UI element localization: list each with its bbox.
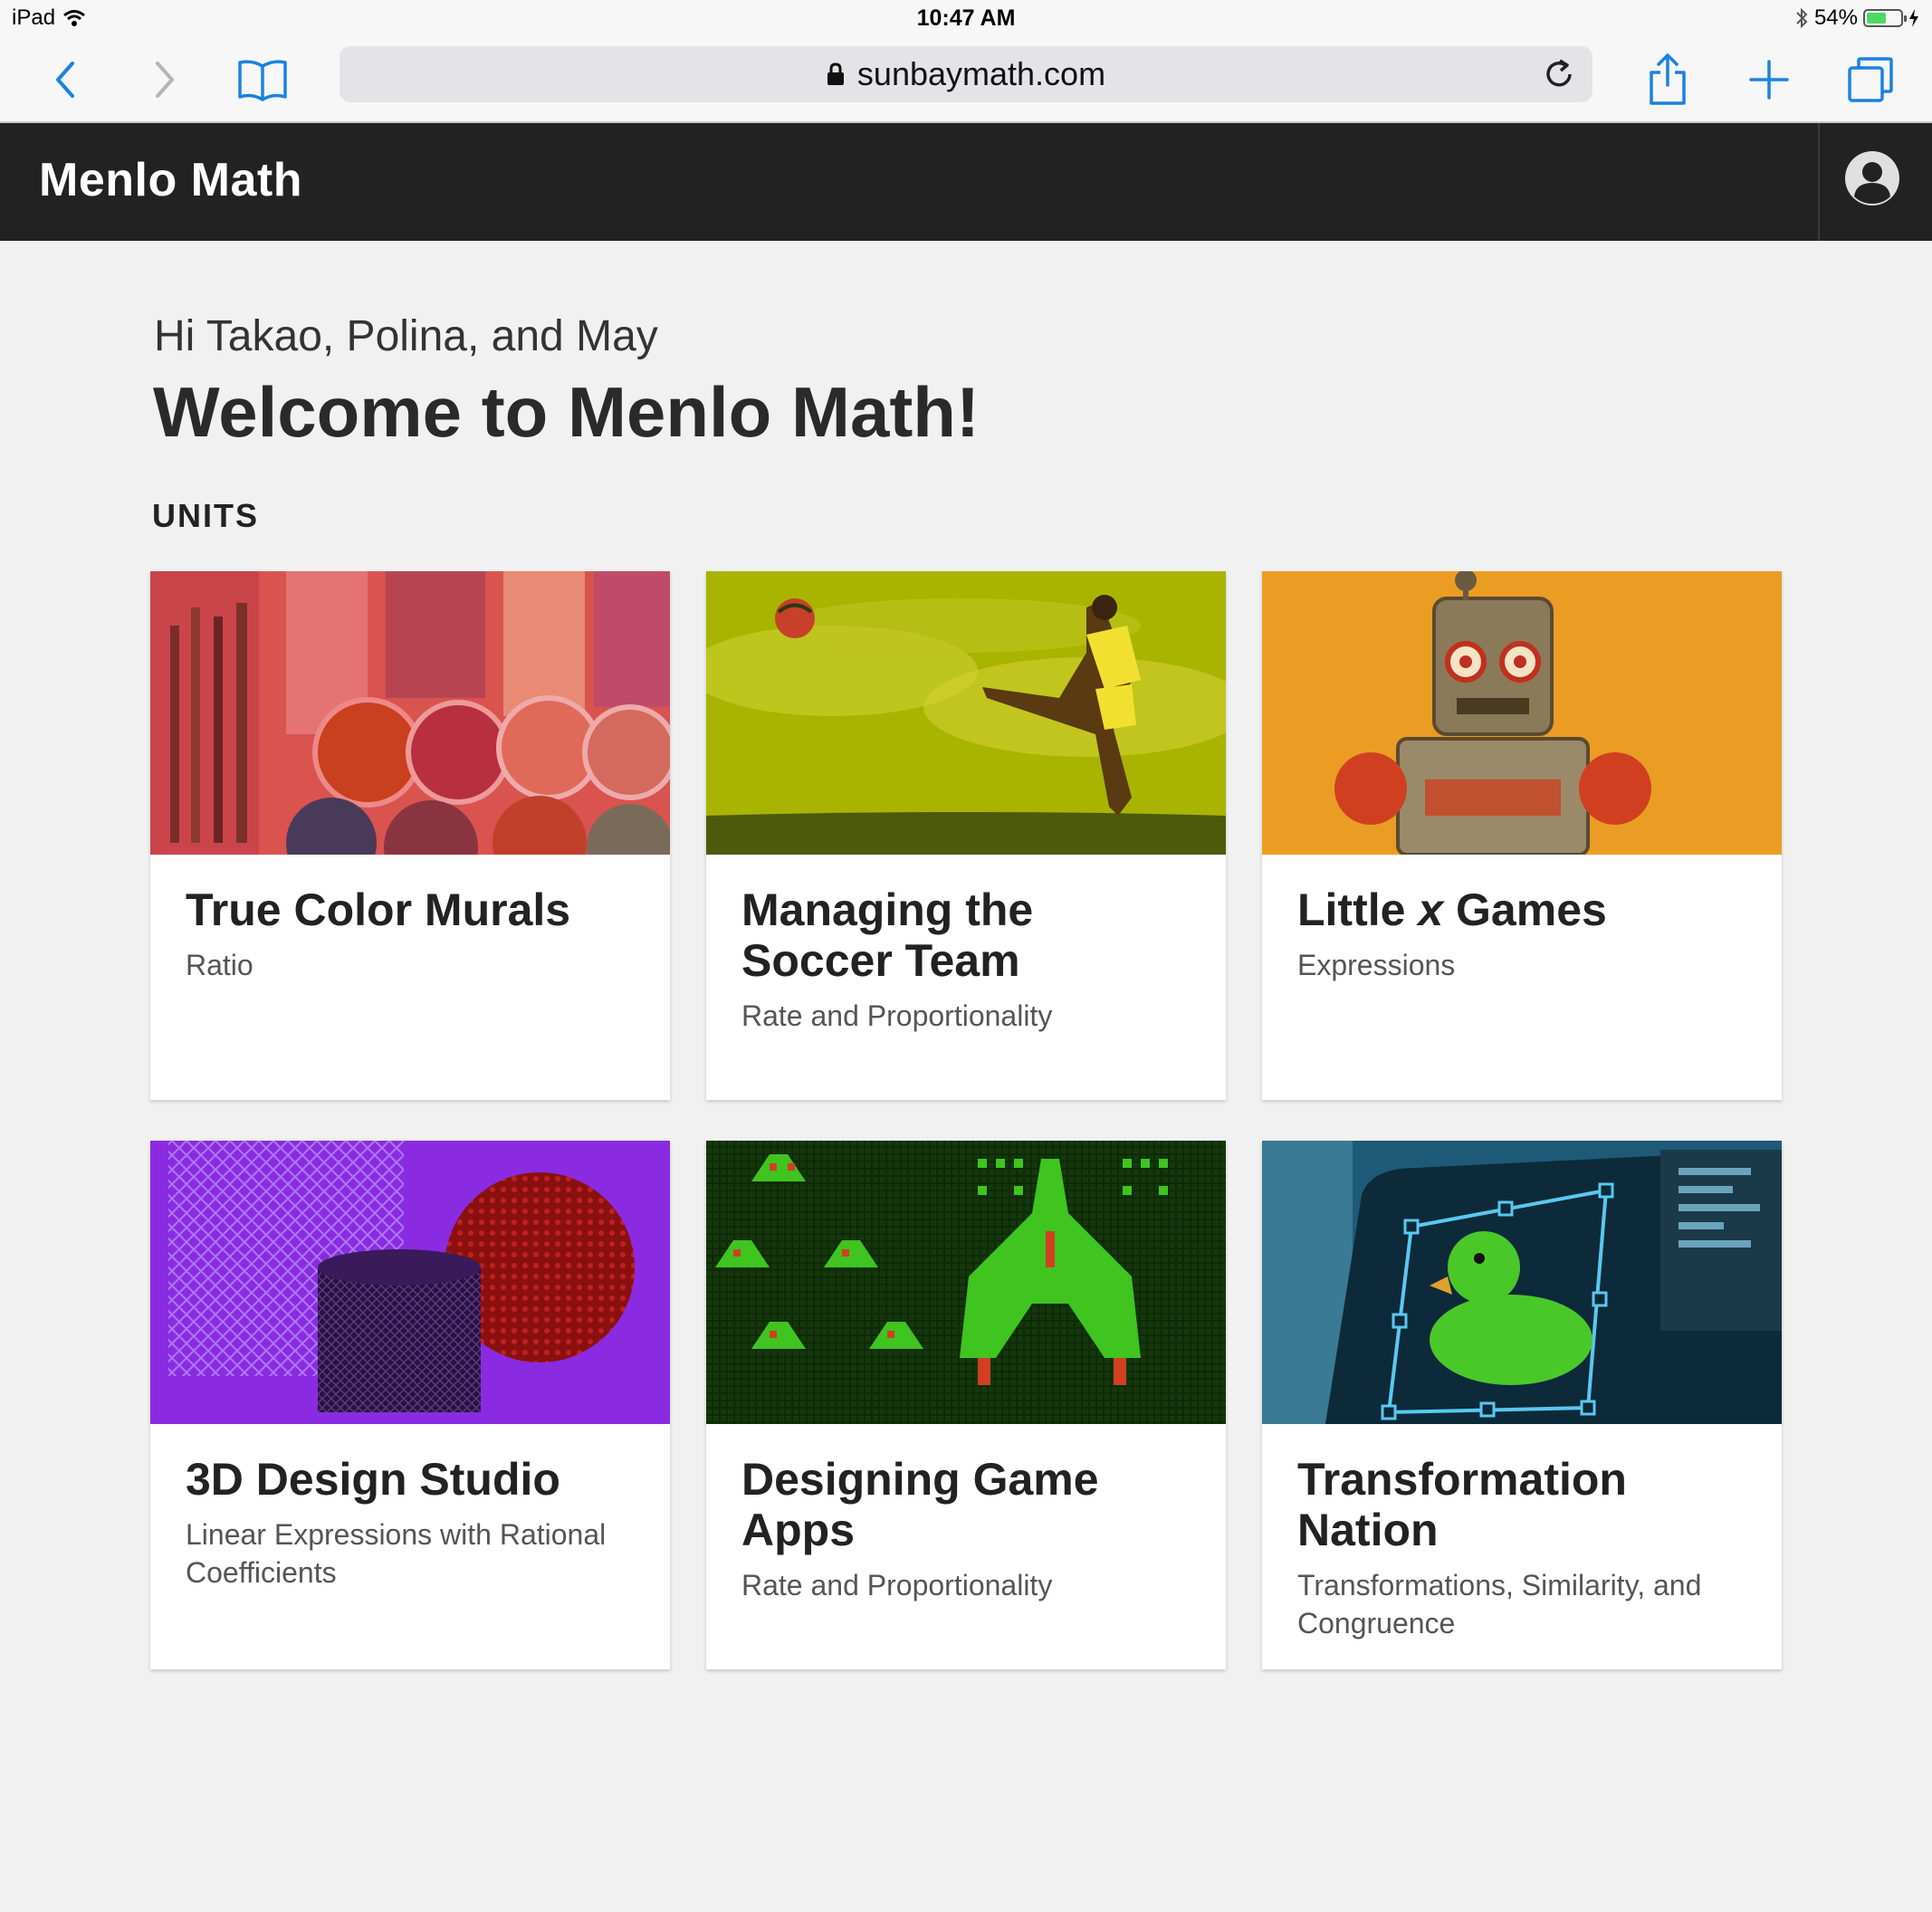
unit-subtitle: Transformations, Similarity, and Congrue… — [1297, 1569, 1702, 1640]
plus-icon — [1749, 60, 1789, 100]
unit-subtitle: Rate and Proportionality — [741, 999, 1053, 1032]
app-title[interactable]: Menlo Math — [39, 153, 302, 207]
unit-title: Designing Game Apps — [741, 1454, 1099, 1555]
book-icon — [238, 60, 287, 101]
share-icon — [1650, 53, 1686, 105]
unit-title: Managing the Soccer Team — [741, 884, 1034, 986]
unit-card-little-x-games[interactable]: Little x Games Expressions — [1262, 571, 1782, 1100]
unit-title: 3D Design Studio — [186, 1454, 560, 1505]
clock: 10:47 AM — [916, 5, 1016, 31]
chevron-right-icon — [156, 62, 174, 98]
bluetooth-icon — [1796, 7, 1808, 29]
bookmarks-button[interactable] — [234, 51, 292, 109]
user-avatar-icon[interactable] — [1843, 149, 1901, 207]
forward-button[interactable] — [136, 51, 194, 109]
url-text: sunbaymath.com — [856, 55, 1106, 92]
unit-title: Transformation Nation — [1297, 1454, 1627, 1555]
app-header: Menlo Math — [0, 123, 1932, 241]
unit-image-soccer — [706, 571, 1226, 855]
url-display[interactable]: sunbaymath.com — [340, 46, 1592, 102]
battery-percent: 54% — [1813, 5, 1858, 30]
lock-icon — [827, 62, 844, 85]
share-button[interactable] — [1639, 51, 1697, 109]
unit-title-variable: x — [1418, 884, 1444, 935]
battery-icon — [1863, 9, 1907, 27]
back-button[interactable] — [36, 51, 94, 109]
unit-title: True Color Murals — [186, 884, 571, 935]
unit-subtitle: Rate and Proportionality — [741, 1569, 1053, 1601]
unit-image-duck-editor — [1262, 1141, 1782, 1424]
charging-icon — [1909, 9, 1918, 27]
unit-card-3d-design-studio[interactable]: 3D Design Studio Linear Expressions with… — [150, 1141, 670, 1669]
tabs-button[interactable] — [1841, 51, 1899, 109]
unit-card-true-color-murals[interactable]: True Color Murals Ratio — [150, 571, 670, 1100]
unit-image-robot — [1262, 571, 1782, 855]
unit-image-paint — [150, 571, 670, 855]
unit-subtitle: Ratio — [186, 949, 253, 981]
browser-toolbar: sunbaymath.com — [0, 40, 1932, 123]
unit-image-3d-lattice — [150, 1141, 670, 1424]
unit-card-managing-soccer-team[interactable]: Managing the Soccer Team Rate and Propor… — [706, 571, 1226, 1100]
page-title: Welcome to Menlo Math! — [153, 372, 980, 452]
unit-title-part: Games — [1443, 884, 1607, 935]
new-tab-button[interactable] — [1740, 51, 1798, 109]
address-bar[interactable]: sunbaymath.com — [340, 46, 1592, 102]
unit-card-transformation-nation[interactable]: Transformation Nation Transformations, S… — [1262, 1141, 1782, 1669]
unit-title: Little x Games — [1297, 884, 1750, 935]
header-divider — [1818, 123, 1820, 241]
units-section-label: UNITS — [152, 497, 259, 534]
status-bar: iPad 10:47 AM 54% — [0, 0, 1932, 40]
tabs-icon — [1848, 57, 1893, 102]
unit-subtitle: Linear Expressions with Rational Coeffic… — [186, 1518, 607, 1589]
reload-icon[interactable] — [1542, 57, 1576, 91]
greeting: Hi Takao, Polina, and May — [154, 312, 658, 360]
status-right: 54% — [1794, 5, 1919, 31]
unit-image-pixel-game — [706, 1141, 1226, 1424]
unit-subtitle: Expressions — [1297, 949, 1456, 981]
unit-card-designing-game-apps[interactable]: Designing Game Apps Rate and Proportiona… — [706, 1141, 1226, 1669]
chevron-left-icon — [56, 62, 74, 98]
unit-title-part: Little — [1297, 884, 1419, 935]
